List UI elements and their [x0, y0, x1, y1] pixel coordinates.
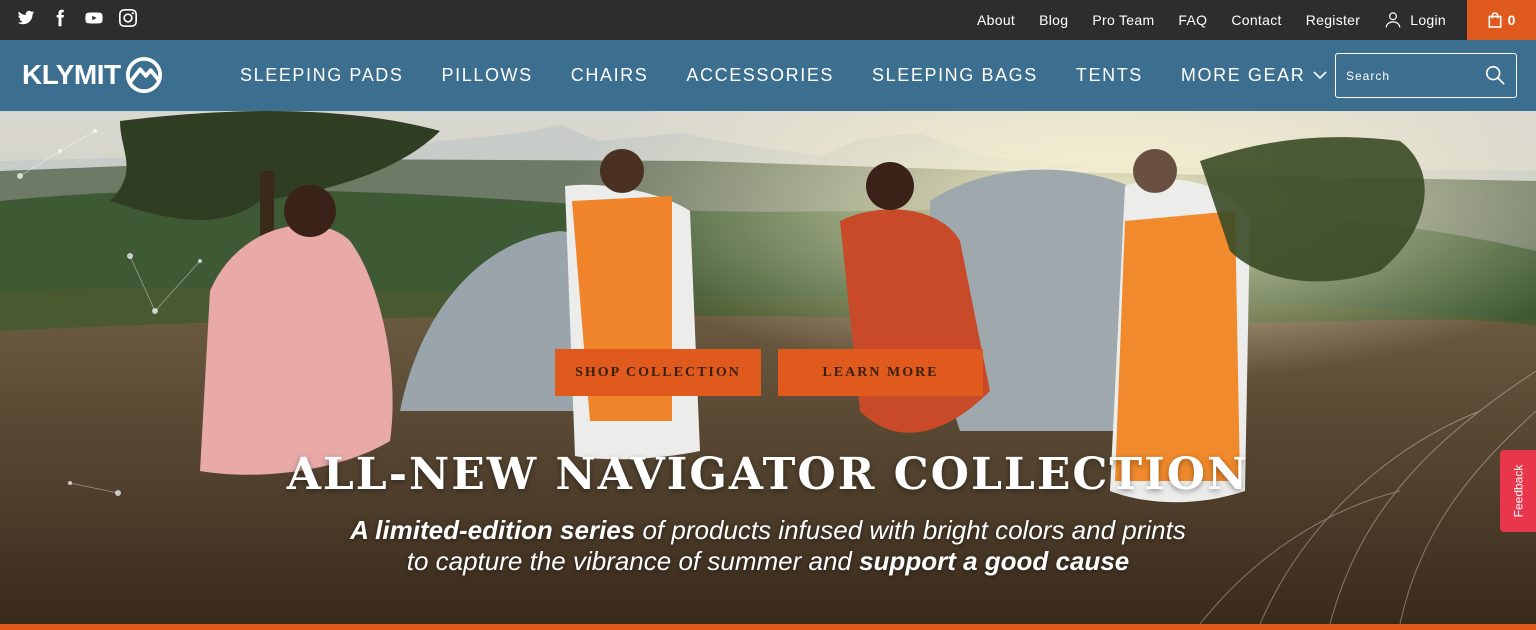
hero-subline-1: A limited-edition series of products inf…: [0, 515, 1536, 546]
nav-sleeping-bags[interactable]: SLEEPING BAGS: [872, 65, 1038, 86]
klymit-logo[interactable]: KLYMIT: [22, 54, 163, 96]
social-links: [16, 8, 138, 28]
nav-more-gear-label: MORE GEAR: [1180, 65, 1306, 85]
feedback-label: Feedback: [1511, 464, 1526, 518]
register-link[interactable]: Register: [1306, 12, 1361, 28]
login-link[interactable]: Login: [1384, 11, 1446, 29]
hero-subline-2: to capture the vibrance of summer and su…: [0, 546, 1536, 577]
hero-sub-text-1: of products infused with bright colors a…: [635, 515, 1186, 545]
facebook-icon[interactable]: [50, 8, 70, 28]
instagram-icon[interactable]: [118, 8, 138, 28]
accent-strip: [0, 624, 1536, 630]
search-icon[interactable]: [1484, 64, 1506, 86]
nav-more-gear[interactable]: MORE GEAR: [1181, 65, 1327, 86]
about-link[interactable]: About: [977, 12, 1015, 28]
mountain-logo-icon: [125, 56, 162, 94]
pro-team-link[interactable]: Pro Team: [1092, 12, 1154, 28]
shopping-bag-icon: [1488, 12, 1502, 28]
login-label: Login: [1410, 12, 1446, 28]
utility-links: About Blog Pro Team FAQ Contact Register…: [977, 0, 1446, 40]
hero-sub-bold-2: support a good cause: [859, 546, 1130, 576]
nav-chairs[interactable]: CHAIRS: [571, 65, 649, 86]
nav-tents[interactable]: TENTS: [1076, 65, 1143, 86]
hero-headline: ALL-NEW NAVIGATOR COLLECTION: [286, 449, 1250, 500]
blog-link[interactable]: Blog: [1039, 12, 1068, 28]
search-input[interactable]: [1336, 68, 1476, 83]
hero-sub-text-2: to capture the vibrance of summer and: [406, 546, 860, 576]
main-navigation: KLYMIT SLEEPING PADS PILLOWS CHAIRS ACCE…: [0, 40, 1536, 111]
logo-wordmark: KLYMIT: [22, 59, 121, 90]
chevron-down-icon: [1313, 71, 1327, 80]
nav-sleeping-pads[interactable]: SLEEPING PADS: [240, 65, 404, 86]
category-menu: SLEEPING PADS PILLOWS CHAIRS ACCESSORIES…: [240, 40, 1327, 111]
hero-sub-bold-1: A limited-edition series: [350, 515, 636, 545]
feedback-tab[interactable]: Feedback: [1500, 450, 1536, 532]
contact-link[interactable]: Contact: [1231, 12, 1281, 28]
user-icon: [1385, 12, 1401, 28]
hero-banner: SHOP COLLECTION LEARN MORE ALL-NEW NAVIG…: [0, 111, 1536, 624]
top-utility-bar: About Blog Pro Team FAQ Contact Register…: [0, 0, 1536, 40]
shop-collection-button[interactable]: SHOP COLLECTION: [555, 349, 761, 396]
cart-count: 0: [1507, 12, 1516, 28]
cart-button[interactable]: 0: [1467, 0, 1536, 40]
search-box: [1335, 53, 1517, 98]
nav-pillows[interactable]: PILLOWS: [442, 65, 533, 86]
faq-link[interactable]: FAQ: [1178, 12, 1207, 28]
nav-accessories[interactable]: ACCESSORIES: [686, 65, 834, 86]
twitter-icon[interactable]: [16, 8, 36, 28]
learn-more-button[interactable]: LEARN MORE: [778, 349, 983, 396]
youtube-icon[interactable]: [84, 8, 104, 28]
